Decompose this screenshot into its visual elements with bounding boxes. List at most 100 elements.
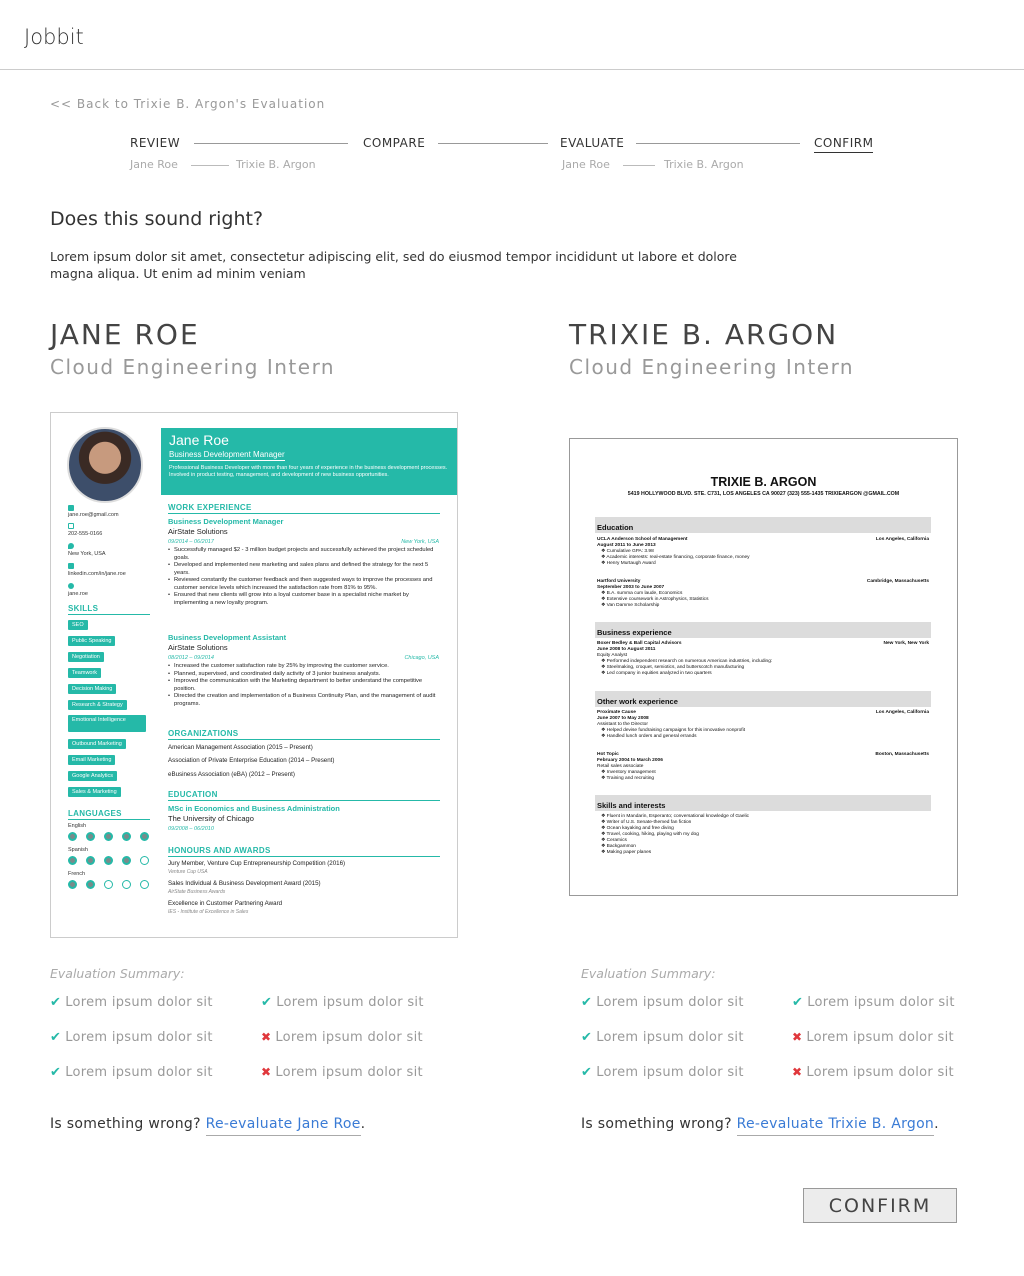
step-connector xyxy=(438,143,548,144)
cross-icon: ✖ xyxy=(261,1065,272,1079)
contact-email: jane.roe@gmail.com xyxy=(68,512,119,518)
resume-entry: Boxer Bedley & Ball Capital Advisors New … xyxy=(597,641,929,676)
awards-heading: HONOURS AND AWARDS xyxy=(168,846,271,855)
divider xyxy=(168,800,440,801)
candidate-role: Cloud Engineering Intern xyxy=(50,355,336,379)
divider xyxy=(168,739,440,740)
resume-address: 5419 HOLLYWOOD BLVD. STE. C731, LOS ANGE… xyxy=(627,491,900,497)
page-lead: Lorem ipsum dolor sit amet, consectetur … xyxy=(50,249,737,281)
check-icon: ✔ xyxy=(50,1030,62,1045)
evaluation-item: ✔ Lorem ipsum dolor sit xyxy=(261,995,424,1010)
award-sub: Venture Cup USA xyxy=(168,869,208,875)
language-level-dot xyxy=(122,832,131,841)
skill-tag: Sales & Marketing xyxy=(68,787,121,797)
job-bullets: Successfully managed $2 - 3 million budg… xyxy=(168,547,440,607)
app-logo[interactable]: Jobbit xyxy=(24,25,84,49)
evaluation-item-label: Lorem ipsum dolor sit xyxy=(596,1030,744,1045)
language-name: English xyxy=(68,823,87,829)
resume-preview-trixie[interactable]: TRIXIE B. ARGON 5419 HOLLYWOOD BLVD. STE… xyxy=(569,438,958,896)
evaluation-item: ✔ Lorem ipsum dolor sit xyxy=(581,995,744,1010)
evaluation-item: ✔ Lorem ipsum dolor sit xyxy=(50,995,213,1010)
skills-heading: SKILLS xyxy=(68,604,99,613)
evaluation-item: ✔ Lorem ipsum dolor sit xyxy=(50,1065,213,1080)
check-icon: ✔ xyxy=(581,1030,593,1045)
check-icon: ✔ xyxy=(50,1065,62,1080)
step-evaluate[interactable]: EVALUATE xyxy=(560,136,624,150)
resume-title: Business Development Manager xyxy=(169,450,285,461)
phone-icon xyxy=(68,523,74,529)
step-connector xyxy=(194,143,348,144)
step-sub-evaluate-a: Jane Roe xyxy=(562,158,610,171)
email-icon xyxy=(68,505,74,511)
back-link[interactable]: << Back to Trixie B. Argon's Evaluation xyxy=(50,97,325,111)
reevaluate-jane-link[interactable]: Re-evaluate Jane Roe xyxy=(205,1116,361,1136)
edu-degree: MSc in Economics and Business Administra… xyxy=(168,804,340,813)
section-heading: Skills and interests xyxy=(595,795,931,811)
job-title: Business Development Assistant xyxy=(168,633,287,642)
skype-icon xyxy=(68,583,74,589)
job-bullets: Increased the customer satisfaction rate… xyxy=(168,663,440,708)
step-sub-connector xyxy=(191,165,229,166)
step-confirm[interactable]: CONFIRM xyxy=(814,136,874,153)
reevaluate-prompt: Is something wrong? Re-evaluate Trixie B… xyxy=(581,1116,939,1136)
cross-icon: ✖ xyxy=(261,1030,272,1044)
language-level-dot xyxy=(86,832,95,841)
candidate-role: Cloud Engineering Intern xyxy=(569,355,855,379)
list-item: Ensured that new clients will grow into … xyxy=(168,592,440,607)
candidate-name: JANE ROE xyxy=(50,318,200,351)
language-level-dot xyxy=(140,832,149,841)
location-icon xyxy=(68,543,74,549)
job-location: New York, USA xyxy=(401,539,439,545)
evaluation-item-label: Lorem ipsum dolor sit xyxy=(807,995,955,1010)
organizations-heading: ORGANIZATIONS xyxy=(168,729,239,738)
reevaluate-prompt: Is something wrong? Re-evaluate Jane Roe… xyxy=(50,1116,365,1136)
section-heading: Other work experience xyxy=(595,691,931,707)
evaluation-summary-label: Evaluation Summary: xyxy=(581,966,716,981)
resume-summary: Professional Business Developer with mor… xyxy=(169,465,448,478)
resume-preview-jane[interactable]: Jane Roe Business Development Manager Pr… xyxy=(50,412,458,938)
contact-phone: 202-555-0166 xyxy=(68,531,103,537)
evaluation-item-label: Lorem ipsum dolor sit xyxy=(275,1030,423,1045)
evaluation-item-label: Lorem ipsum dolor sit xyxy=(65,995,213,1010)
step-connector xyxy=(636,143,800,144)
list-item: Increased the customer satisfaction rate… xyxy=(168,663,440,671)
confirm-button[interactable]: CONFIRM xyxy=(803,1188,957,1223)
language-level-dot xyxy=(68,880,77,889)
evaluation-item-label: Lorem ipsum dolor sit xyxy=(276,995,424,1010)
skill-tag: Google Analytics xyxy=(68,771,117,781)
organization-item: American Management Association (2015 – … xyxy=(168,744,313,751)
divider xyxy=(168,513,440,514)
candidate-name: TRIXIE B. ARGON xyxy=(569,318,839,351)
evaluation-item: ✔ Lorem ipsum dolor sit xyxy=(50,1030,213,1045)
organization-item: Association of Private Enterprise Educat… xyxy=(168,757,335,764)
check-icon: ✔ xyxy=(581,995,593,1010)
list-item: Successfully managed $2 - 3 million budg… xyxy=(168,547,440,562)
list-item: Reviewed constantly the customer feedbac… xyxy=(168,577,440,592)
job-dates: 08/2012 – 09/2014 xyxy=(168,655,214,661)
top-bar: Jobbit xyxy=(0,0,1024,70)
evaluation-item-label: Lorem ipsum dolor sit xyxy=(596,995,744,1010)
language-level-dot xyxy=(122,880,131,889)
award-name: Excellence in Customer Partnering Award xyxy=(168,900,283,907)
skill-tag: Research & Strategy xyxy=(68,700,127,710)
resume-entry: Hot Topic Boston, Massachusetts February … xyxy=(597,752,929,781)
resume-entry: Hartford University Cambridge, Massachuse… xyxy=(597,579,929,608)
list-item: Directed the creation and implementation… xyxy=(168,693,440,708)
step-review[interactable]: REVIEW xyxy=(130,136,180,150)
reevaluate-trixie-link[interactable]: Re-evaluate Trixie B. Argon xyxy=(736,1116,935,1136)
skill-tag: Email Marketing xyxy=(68,755,116,765)
divider xyxy=(68,819,150,820)
evaluation-item: ✖ Lorem ipsum dolor sit xyxy=(792,1030,954,1045)
award-sub: AirState Business Awards xyxy=(168,889,226,895)
step-compare[interactable]: COMPARE xyxy=(363,136,425,150)
linkedin-icon xyxy=(68,563,74,569)
skill-tag: Negotiation xyxy=(68,652,104,662)
section-heading: Business experience xyxy=(595,622,931,638)
cross-icon: ✖ xyxy=(792,1065,803,1079)
evaluation-item-label: Lorem ipsum dolor sit xyxy=(65,1030,213,1045)
skill-tag: Outbound Marketing xyxy=(68,739,126,749)
language-level-dot xyxy=(68,856,77,865)
page-question: Does this sound right? xyxy=(50,208,264,230)
job-dates: 09/2014 – 06/2017 xyxy=(168,539,214,545)
evaluation-item: ✔ Lorem ipsum dolor sit xyxy=(581,1030,744,1045)
